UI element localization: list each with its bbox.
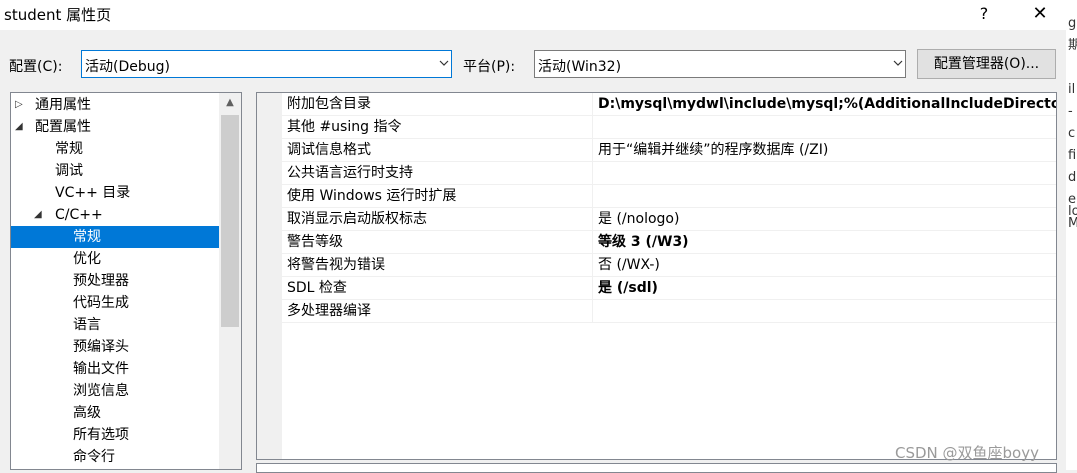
property-row[interactable]: 公共语言运行时支持	[282, 162, 1056, 185]
tree-item[interactable]: 常规	[11, 138, 219, 160]
property-value[interactable]: 是 (/nologo)	[594, 208, 1056, 230]
property-name: 调试信息格式	[282, 139, 593, 161]
background-fragment: c	[1068, 126, 1076, 141]
background-fragment: il	[1068, 82, 1076, 97]
tree-item-label: 语言	[73, 317, 101, 333]
property-name: 警告等级	[282, 231, 593, 253]
tree-item[interactable]: 优化	[11, 248, 219, 270]
property-value[interactable]	[594, 116, 1056, 138]
tree-item-label: 配置属性	[35, 119, 91, 135]
tree-item[interactable]: 浏览信息	[11, 380, 219, 402]
chevron-down-icon	[439, 60, 449, 68]
property-value[interactable]	[594, 185, 1056, 207]
tree-item[interactable]: 输出文件	[11, 358, 219, 380]
tree-item-label: 预编译头	[73, 339, 129, 355]
tree-item[interactable]: 代码生成	[11, 292, 219, 314]
tree-item-label: 输出文件	[73, 361, 129, 377]
property-row[interactable]: 取消显示启动版权标志是 (/nologo)	[282, 208, 1056, 231]
background-window-edge: g 期 il - c fi d e lo M	[1066, 16, 1077, 470]
tree-item-label: 所有选项	[73, 427, 129, 443]
tree-item-label: 优化	[73, 251, 101, 267]
platform-value: 活动(Win32)	[538, 59, 622, 75]
property-value[interactable]: 否 (/WX-)	[594, 254, 1056, 276]
property-name: 取消显示启动版权标志	[282, 208, 593, 230]
property-row[interactable]: SDL 检查是 (/sdl)	[282, 277, 1056, 300]
property-name: 使用 Windows 运行时扩展	[282, 185, 593, 207]
tree-item[interactable]: 常规	[11, 226, 219, 248]
grid-gutter	[257, 93, 282, 459]
background-fragment: fi	[1068, 148, 1077, 163]
property-value[interactable]: 用于“编辑并继续”的程序数据库 (/ZI)	[594, 139, 1056, 161]
property-name: SDL 检查	[282, 277, 593, 299]
tree-item-label: 预处理器	[73, 273, 129, 289]
tree-item[interactable]: 所有选项	[11, 424, 219, 446]
tree-scrollbar[interactable]: ▲	[219, 93, 241, 469]
tree-item-label: VC++ 目录	[55, 185, 131, 201]
tree-item[interactable]: ◢ 配置属性	[11, 116, 219, 138]
tree-item[interactable]: ▷ 通用属性	[11, 94, 219, 116]
description-panel	[256, 463, 1057, 473]
tree-item-label: 调试	[55, 163, 83, 179]
tree-item-label: 常规	[55, 141, 83, 157]
config-label: 配置(C):	[9, 59, 63, 75]
property-value[interactable]: D:\mysql\mydwl\include\mysql;%(Additiona…	[594, 93, 1056, 115]
config-dropdown[interactable]: 活动(Debug)	[81, 50, 452, 78]
background-fragment: g	[1068, 16, 1077, 31]
background-fragment: d	[1068, 170, 1077, 185]
config-manager-button[interactable]: 配置管理器(O)...	[917, 49, 1056, 79]
scrollbar-thumb[interactable]	[221, 115, 239, 327]
tree-item-label: 浏览信息	[73, 383, 129, 399]
tree-item[interactable]: 高级	[11, 402, 219, 424]
property-value[interactable]	[594, 162, 1056, 184]
property-row[interactable]: 将警告视为错误否 (/WX-)	[282, 254, 1056, 277]
tree-item-label: 高级	[73, 405, 101, 421]
property-name: 将警告视为错误	[282, 254, 593, 276]
property-row[interactable]: 附加包含目录 D:\mysql\mydwl\include\mysql;%(Add…	[282, 93, 1056, 116]
tree-item-label: C/C++	[55, 207, 103, 223]
tree-item[interactable]: 命令行	[11, 446, 219, 468]
title-bar: student 属性页 ? ✕	[0, 0, 1077, 30]
tree-item-label: 命令行	[73, 449, 115, 465]
expand-arrow-icon[interactable]: ▷	[15, 94, 27, 116]
property-name: 附加包含目录	[282, 93, 593, 115]
tree-item[interactable]: VC++ 目录	[11, 182, 219, 204]
property-value[interactable]: 等级 3 (/W3)	[594, 231, 1056, 253]
property-row[interactable]: 使用 Windows 运行时扩展	[282, 185, 1056, 208]
property-name: 公共语言运行时支持	[282, 162, 593, 184]
tree-item-label: 通用属性	[35, 97, 91, 113]
background-fragment: M	[1068, 216, 1077, 231]
property-tree: ▷ 通用属性 ◢ 配置属性 常规 调试 VC++ 目录 ◢ C/C++ 常规 优化 预处理器 代码生成语…	[10, 92, 242, 470]
property-value[interactable]	[594, 300, 1056, 322]
property-row[interactable]: 其他 #using 指令	[282, 116, 1056, 139]
tree-item[interactable]: 调试	[11, 160, 219, 182]
property-value[interactable]: 是 (/sdl)	[594, 277, 1056, 299]
property-row[interactable]: 警告等级 等级 3 (/W3)	[282, 231, 1056, 254]
tree-item[interactable]: 语言	[11, 314, 219, 336]
background-fragment: -	[1068, 104, 1073, 119]
scroll-up-icon[interactable]: ▲	[219, 93, 241, 113]
property-grid: 附加包含目录 D:\mysql\mydwl\include\mysql;%(Add…	[256, 92, 1057, 460]
window-title: student 属性页	[4, 6, 112, 24]
property-row[interactable]: 调试信息格式 用于“编辑并继续”的程序数据库 (/ZI)	[282, 139, 1056, 162]
watermark: CSDN @双鱼座boyy	[895, 444, 1039, 462]
property-row[interactable]: 多处理器编译	[282, 300, 1056, 323]
collapse-arrow-icon[interactable]: ◢	[34, 204, 46, 226]
tree-item-label: 代码生成	[73, 295, 129, 311]
help-button[interactable]: ?	[964, 2, 1004, 26]
property-name: 多处理器编译	[282, 300, 593, 322]
tree-item[interactable]: 预编译头	[11, 336, 219, 358]
platform-dropdown[interactable]: 活动(Win32)	[534, 50, 906, 78]
collapse-arrow-icon[interactable]: ◢	[15, 116, 27, 138]
close-button[interactable]: ✕	[1020, 2, 1060, 26]
chevron-down-icon	[893, 60, 903, 68]
config-value: 活动(Debug)	[85, 59, 170, 75]
background-fragment: 期	[1068, 38, 1077, 53]
platform-label: 平台(P):	[463, 59, 516, 75]
tree-item[interactable]: ◢ C/C++	[11, 204, 219, 226]
tree-item[interactable]: 预处理器	[11, 270, 219, 292]
property-name: 其他 #using 指令	[282, 116, 593, 138]
tree-item-label: 常规	[73, 229, 101, 245]
